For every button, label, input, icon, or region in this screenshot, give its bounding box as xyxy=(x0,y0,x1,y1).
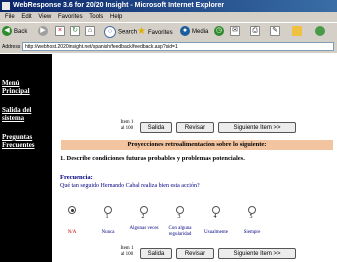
window-title: WebResponse 3.6 for 20/20 Insight - Micr… xyxy=(13,2,225,9)
refresh-icon: ↻ xyxy=(70,26,80,37)
star-icon: ★ xyxy=(137,26,146,37)
menu-file[interactable]: File xyxy=(5,14,15,20)
sidebar: Menú Principal Salida del sistema Pregun… xyxy=(0,54,52,262)
address-label: Address xyxy=(2,44,21,50)
media-button[interactable]: ● Media xyxy=(180,26,208,38)
folder-icon xyxy=(292,26,302,37)
item-counter-top: Item 1 al 100 xyxy=(120,120,134,131)
stop-icon: × xyxy=(55,26,65,37)
scale-label-algunas-veces: Algunas veces xyxy=(129,226,159,231)
history-icon: ◷ xyxy=(214,26,224,37)
siguiente-button-bottom[interactable]: Siguiente Item >> xyxy=(218,248,296,259)
media-icon: ● xyxy=(180,26,190,37)
radio-2[interactable] xyxy=(140,206,148,214)
radio-3[interactable] xyxy=(176,206,184,214)
scale-label-con-alguna-regularidad: Con alguna regularidad xyxy=(168,226,192,237)
menu-tools[interactable]: Tools xyxy=(89,14,103,20)
edit-button[interactable]: ✎ xyxy=(270,26,282,38)
home-icon: ⌂ xyxy=(85,26,95,37)
salida-button-bottom[interactable]: Salida xyxy=(140,248,172,259)
section-banner: Proyecciones retroalimentacion sobre lo … xyxy=(61,140,333,150)
folder-button[interactable] xyxy=(292,26,304,38)
revisar-button-bottom[interactable]: Revisar xyxy=(176,248,214,259)
frequency-label: Frecuencia: xyxy=(60,174,93,181)
menu-favorites[interactable]: Favorites xyxy=(58,14,83,20)
address-input[interactable]: http://webhost.2020insight.net/spanish/f… xyxy=(22,42,334,51)
scale-number-3: 3 xyxy=(177,214,181,220)
address-bar: Address http://webhost.2020insight.net/s… xyxy=(0,41,337,53)
radio-1[interactable] xyxy=(104,206,112,214)
back-arrow-icon: ◀ xyxy=(2,26,12,37)
mail-button[interactable]: ✉ xyxy=(230,26,242,38)
messenger-icon xyxy=(315,26,325,37)
home-button[interactable]: ⌂ xyxy=(85,26,97,38)
radio-4[interactable] xyxy=(212,206,220,214)
sidebar-link-menu-principal[interactable]: Menú Principal xyxy=(2,79,48,95)
browser-toolbar: ◀ Back ▶ × ↻ ⌂ ○ Search ★ Favorites ● Media … xyxy=(0,22,337,42)
salida-button-top[interactable]: Salida xyxy=(140,122,172,133)
print-icon: ⎙ xyxy=(250,26,260,37)
radio-5[interactable] xyxy=(248,206,256,214)
mail-icon: ✉ xyxy=(230,26,240,37)
window-title-bar: WebResponse 3.6 for 20/20 Insight - Micr… xyxy=(0,0,337,12)
scale-number-4: 4 xyxy=(213,214,217,220)
menu-bar: File Edit View Favorites Tools Help xyxy=(0,12,337,22)
menu-edit[interactable]: Edit xyxy=(21,14,31,20)
scale-label-usualmente: Usualmente xyxy=(204,230,228,235)
print-button[interactable]: ⎙ xyxy=(250,26,262,38)
sidebar-link-preguntas[interactable]: Preguntas Frecuentes xyxy=(2,133,52,149)
frequency-question: Qué tan seguido Hernando Cabal realiza b… xyxy=(60,183,200,189)
sidebar-link-salida[interactable]: Salida del sistema xyxy=(2,106,46,122)
item-counter-bottom: Item 1 al 100 xyxy=(120,246,134,257)
scale-number-5: 5 xyxy=(249,214,253,220)
favorites-button[interactable]: ★ Favorites xyxy=(137,26,173,38)
back-button[interactable]: ◀ Back xyxy=(2,26,27,38)
scale-number-1: 1 xyxy=(105,214,109,220)
search-button[interactable]: ○ Search xyxy=(104,26,137,38)
forward-button[interactable]: ▶ xyxy=(38,26,50,38)
history-button[interactable]: ◷ xyxy=(214,26,226,38)
search-icon: ○ xyxy=(104,26,116,38)
question-title: 1. Describe condiciones futuras probable… xyxy=(60,155,245,162)
revisar-button-top[interactable]: Revisar xyxy=(176,122,214,133)
scale-label-nunca: Nunca xyxy=(101,230,115,235)
stop-button[interactable]: × xyxy=(55,26,67,38)
siguiente-button-top[interactable]: Siguiente Item >> xyxy=(218,122,296,133)
main-content: Item 1 al 100 Salida Revisar Siguiente I… xyxy=(52,54,337,262)
scale-number-2: 2 xyxy=(141,214,145,220)
menu-view[interactable]: View xyxy=(38,14,51,20)
scale-label-siempre: Siempre xyxy=(243,230,261,235)
edit-icon: ✎ xyxy=(270,26,280,37)
menu-help[interactable]: Help xyxy=(110,14,122,20)
messenger-button[interactable] xyxy=(315,26,327,38)
refresh-button[interactable]: ↻ xyxy=(70,26,82,38)
ie-logo-icon xyxy=(2,2,10,10)
radio-na[interactable] xyxy=(68,206,76,214)
scale-label-na: N/A xyxy=(67,230,77,235)
forward-arrow-icon: ▶ xyxy=(38,26,48,37)
